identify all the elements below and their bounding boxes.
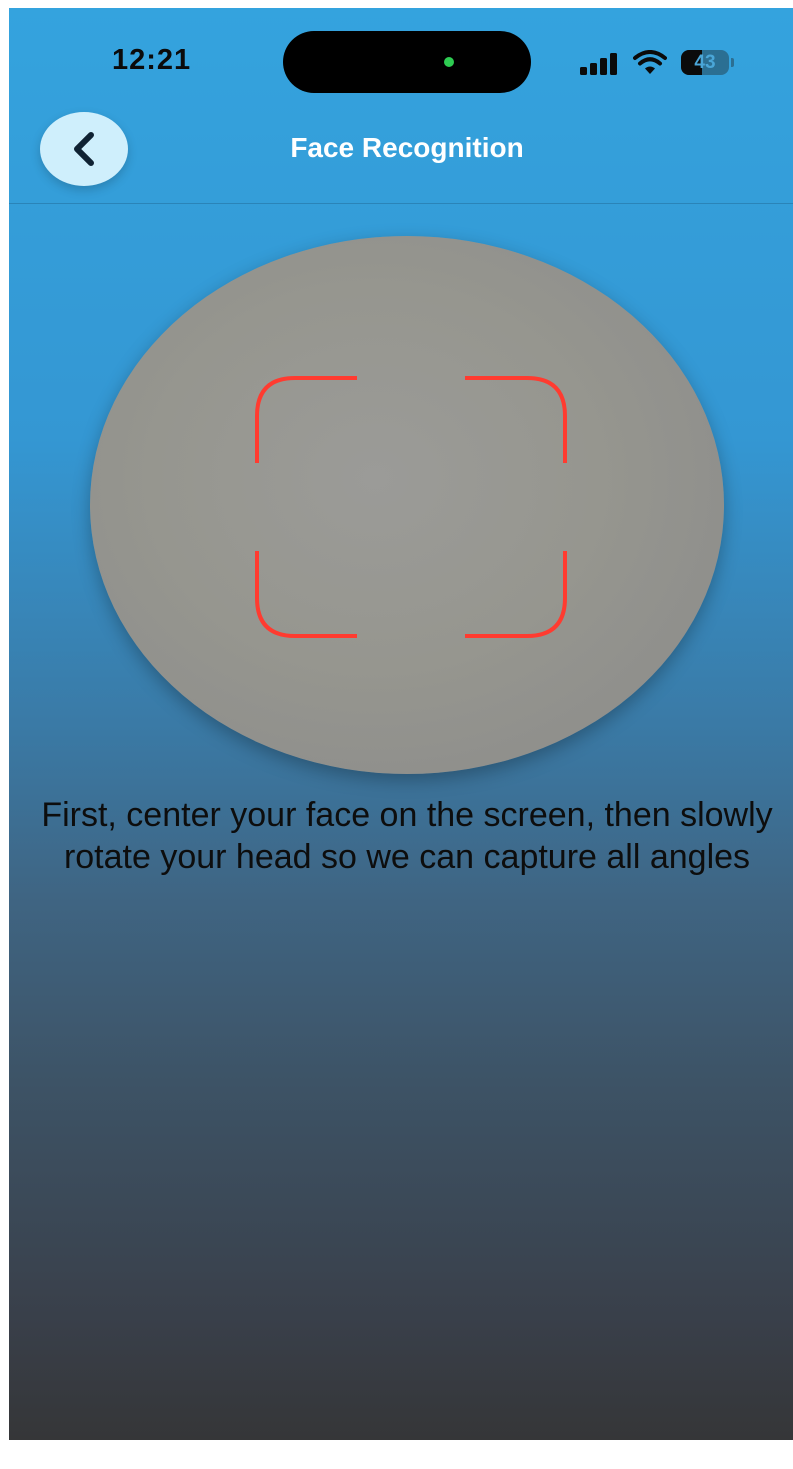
page-title: Face Recognition — [290, 132, 524, 163]
instruction-text: First, center your face on the screen, t… — [41, 796, 773, 876]
battery-body: 43 — [681, 50, 729, 75]
battery-icon: 43 — [681, 50, 734, 75]
wifi-icon — [633, 50, 667, 74]
camera-in-use-indicator — [444, 57, 454, 67]
battery-tip — [731, 58, 734, 67]
battery-level: 43 — [694, 52, 716, 73]
dynamic-island — [283, 31, 531, 93]
cellular-signal-icon — [580, 53, 617, 75]
face-scan-frame-icon — [255, 376, 567, 638]
header-divider — [9, 203, 793, 204]
camera-preview — [90, 236, 724, 774]
face-recognition-screen: 12:21 43 Face Recognition First, center … — [9, 8, 793, 1440]
status-time: 12:21 — [112, 44, 192, 76]
